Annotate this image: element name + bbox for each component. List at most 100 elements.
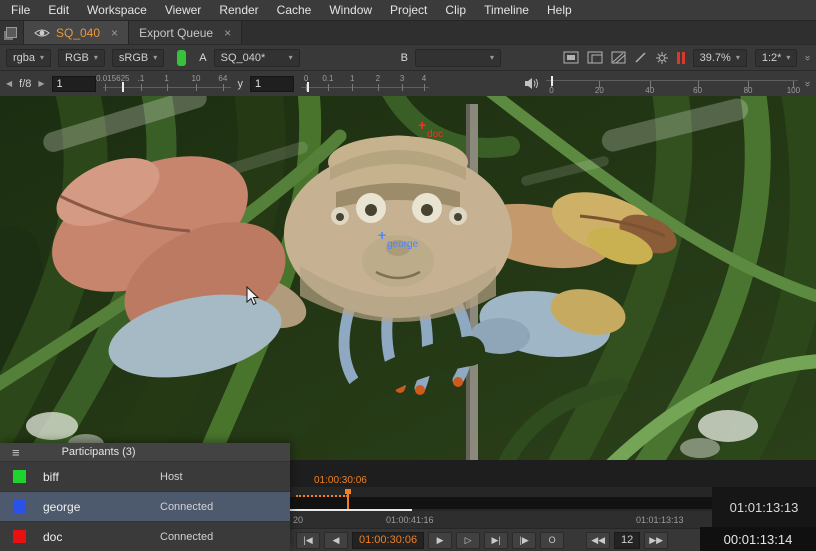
zoom-dropdown[interactable]: 39.7% ▾ — [693, 49, 747, 67]
marker-label: george — [387, 240, 418, 250]
tab-close-icon[interactable]: × — [224, 26, 231, 40]
wipe-icon[interactable] — [634, 51, 647, 64]
participant-name: biff — [43, 470, 59, 484]
gain-tick-label: 10 — [192, 74, 201, 83]
out-timecode-display[interactable]: 01:01:13:13 — [712, 487, 816, 528]
gain-slider[interactable]: 0.015625 .1 1 10 64 — [103, 73, 231, 95]
collapse-chevrons-icon[interactable]: » — [802, 55, 813, 60]
fstop-decrease-icon[interactable]: ◀ — [6, 79, 12, 88]
play-pause-button[interactable]: ▷ — [456, 532, 480, 549]
loop-mode-button[interactable]: O — [540, 532, 564, 549]
play-button[interactable]: ▶ — [428, 532, 452, 549]
gamma-input[interactable] — [250, 76, 294, 92]
input-a-label: A — [199, 52, 206, 64]
skip-to-start-button[interactable]: |◀ — [296, 532, 320, 549]
transport-controls: |◀ ◀ 01:00:30:06 ▶ ▷ ▶| |▶ O ◀◀ 12 ▶▶ — [290, 528, 700, 551]
gain-display-icon[interactable] — [563, 51, 579, 64]
input-b-dropdown[interactable]: ▾ — [415, 49, 501, 67]
fast-forward-button[interactable]: ▶▶ — [644, 532, 668, 549]
participant-status: Connected — [160, 501, 213, 513]
proxy-value: 1:2* — [762, 52, 782, 64]
viewer-marker-george[interactable]: + george — [378, 230, 418, 250]
tab-label: SQ_040 — [56, 26, 100, 40]
volume-slider[interactable]: 0 20 40 60 80 100 — [546, 73, 798, 95]
input-b-label: B — [401, 52, 408, 64]
menu-item-viewer[interactable]: Viewer — [156, 1, 210, 19]
participant-color-swatch — [13, 530, 26, 543]
speaker-icon[interactable] — [524, 77, 539, 90]
participants-title: Participants (3) — [62, 446, 136, 458]
chevron-down-icon: ▾ — [40, 53, 44, 62]
panes-icon — [6, 27, 17, 38]
tab-bar: SQ_040 × Export Queue × — [0, 20, 816, 44]
viewer-canvas[interactable]: + doc + george — [0, 96, 816, 460]
duration-timecode-display[interactable]: 00:01:13:14 — [700, 527, 816, 551]
gamma-slider[interactable]: 0 0.1 1 2 3 4 — [301, 73, 429, 95]
roi-gear-icon[interactable] — [655, 51, 669, 65]
menu-item-file[interactable]: File — [2, 1, 39, 19]
tab-export-queue[interactable]: Export Queue × — [129, 21, 242, 44]
timeline-header-strip — [290, 460, 816, 487]
current-timecode-field[interactable]: 01:00:30:06 — [352, 532, 424, 549]
chevron-down-icon: ▾ — [289, 53, 293, 62]
menu-item-cache[interactable]: Cache — [268, 1, 321, 19]
volume-tick-label: 20 — [595, 86, 604, 95]
participant-row-george[interactable]: george Connected — [0, 491, 290, 521]
menu-bar: File Edit Workspace Viewer Render Cache … — [0, 0, 816, 20]
menu-item-render[interactable]: Render — [210, 1, 267, 19]
volume-slider-handle[interactable] — [551, 76, 553, 86]
menu-item-timeline[interactable]: Timeline — [475, 1, 538, 19]
fast-rewind-button[interactable]: ◀◀ — [586, 532, 610, 549]
gain-slider-handle[interactable] — [122, 82, 124, 92]
fstop-increase-icon[interactable]: ▶ — [38, 79, 44, 88]
menu-item-clip[interactable]: Clip — [436, 1, 475, 19]
pause-render-icon[interactable] — [677, 52, 685, 64]
frame-overlay-icon[interactable] — [587, 51, 603, 64]
tab-close-icon[interactable]: × — [111, 26, 118, 40]
next-frame-button[interactable]: ▶| — [484, 532, 508, 549]
proxy-dropdown[interactable]: 1:2* ▾ — [755, 49, 798, 67]
chevron-down-icon: ▾ — [786, 53, 790, 62]
gain-tick-label: 0.015625 — [96, 74, 129, 83]
gamma-tick-label: 4 — [422, 74, 426, 83]
menu-item-edit[interactable]: Edit — [39, 1, 78, 19]
collapse-chevrons-icon[interactable]: » — [802, 81, 813, 86]
timeline-track[interactable] — [290, 497, 712, 509]
playhead-timecode-label: 01:00:30:06 — [314, 475, 367, 486]
pane-menu-button[interactable] — [0, 21, 24, 44]
participant-name: george — [43, 500, 80, 514]
channels-dropdown[interactable]: rgba ▾ — [6, 49, 51, 67]
menu-item-workspace[interactable]: Workspace — [78, 1, 156, 19]
chevron-down-icon: ▾ — [490, 53, 494, 62]
checkerboard-icon[interactable] — [611, 51, 626, 64]
volume-tick-label: 0 — [549, 86, 553, 95]
viewer-image — [0, 96, 816, 460]
viewer-toolbar: rgba ▾ RGB ▾ sRGB ▾ A SQ_040* ▾ B ▾ — [0, 44, 816, 70]
tab-viewer-sq040[interactable]: SQ_040 × — [24, 21, 129, 44]
chevron-down-icon: ▾ — [736, 53, 740, 62]
fstop-label: f/8 — [19, 78, 31, 90]
ruler-tick-label: 01:01:13:13 — [636, 515, 684, 525]
menu-item-help[interactable]: Help — [538, 1, 581, 19]
viewer-marker-doc[interactable]: + doc — [418, 120, 443, 140]
fps-display[interactable]: 12 — [614, 532, 640, 549]
nuke-studio-window: File Edit Workspace Viewer Render Cache … — [0, 0, 816, 551]
participant-row-biff[interactable]: biff Host — [0, 461, 290, 491]
timeline-section: 01:00:30:06 20 01:00:41:16 01:01:13:13 0… — [290, 460, 816, 551]
tab-label: Export Queue — [139, 26, 213, 40]
marker-label: doc — [427, 130, 443, 140]
skip-to-end-button[interactable]: |▶ — [512, 532, 536, 549]
menu-item-project[interactable]: Project — [381, 1, 436, 19]
gamma-tick-label: 2 — [376, 74, 380, 83]
playhead[interactable] — [347, 491, 349, 509]
gain-input[interactable] — [52, 76, 96, 92]
status-indicator — [177, 50, 186, 66]
menu-item-window[interactable]: Window — [320, 1, 381, 19]
participant-row-doc[interactable]: doc Connected — [0, 521, 290, 551]
display-mode-dropdown[interactable]: RGB ▾ — [58, 49, 105, 67]
gamma-slider-handle[interactable] — [307, 82, 309, 92]
step-back-button[interactable]: ◀ — [324, 532, 348, 549]
colorspace-dropdown[interactable]: sRGB ▾ — [112, 49, 164, 67]
input-a-dropdown[interactable]: SQ_040* ▾ — [214, 49, 300, 67]
hamburger-menu-icon[interactable]: ≡ — [12, 445, 20, 460]
